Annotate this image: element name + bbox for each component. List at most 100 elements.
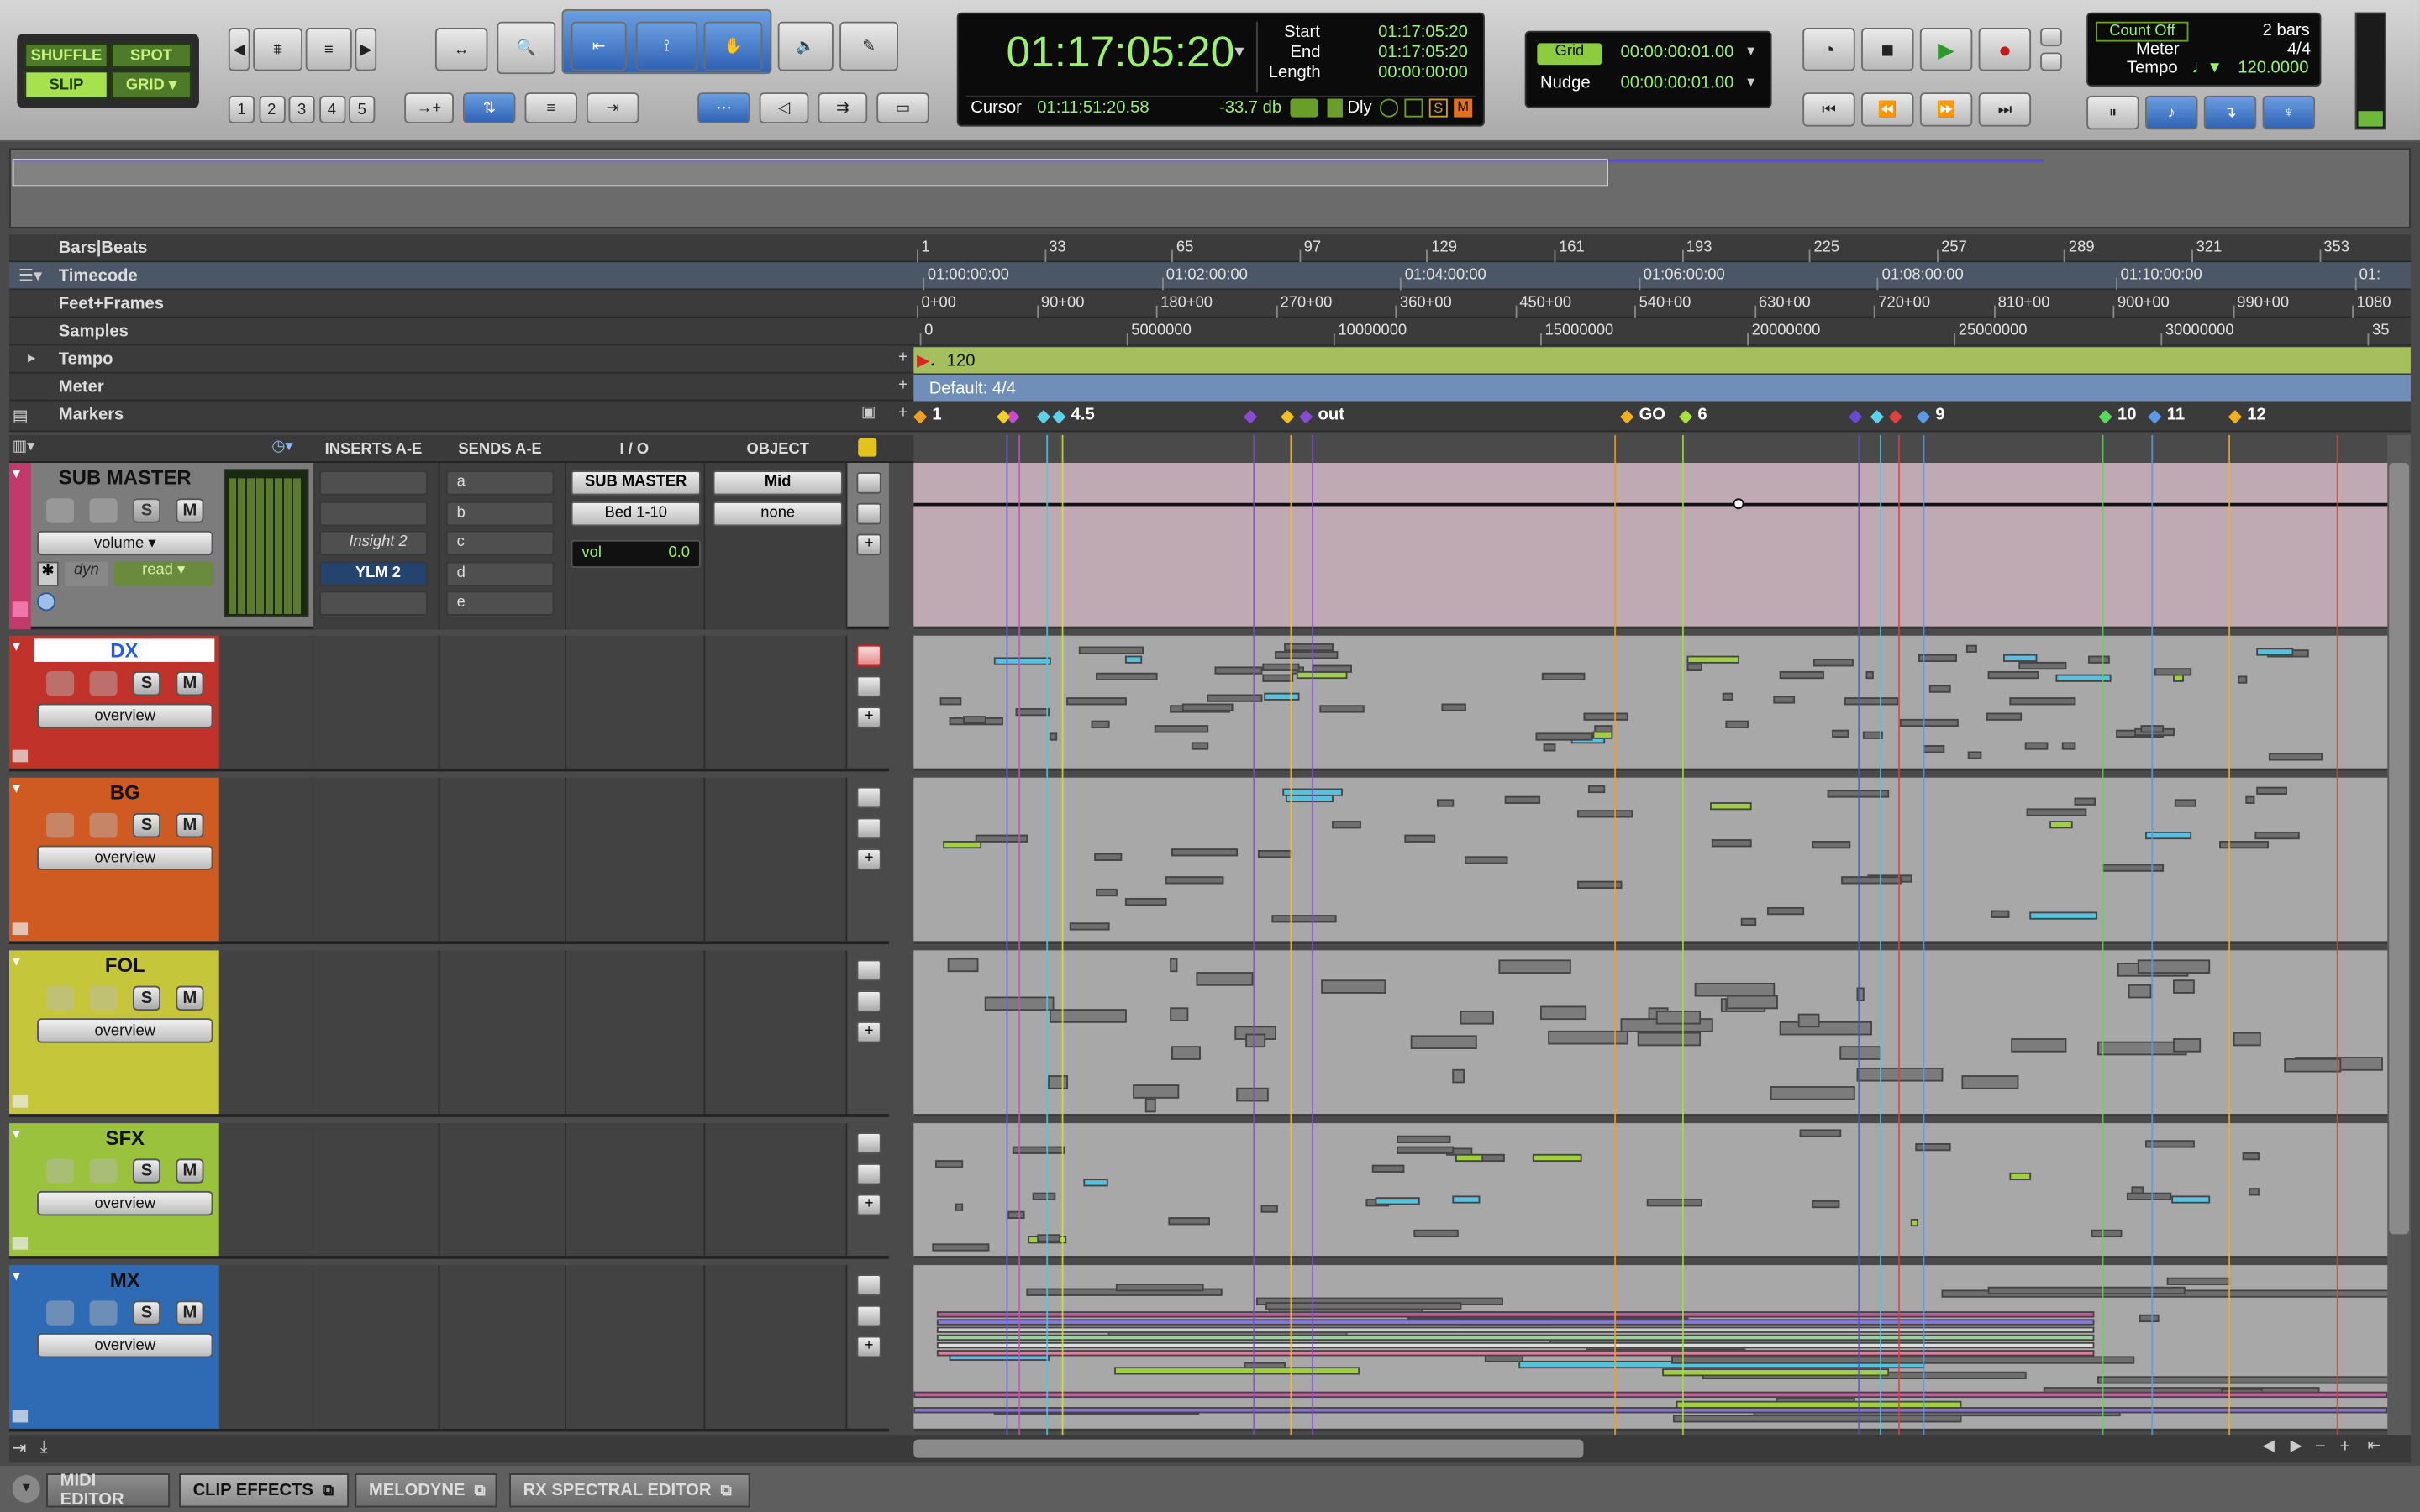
stop-icon[interactable]: ■ — [1861, 28, 1914, 71]
zoom-in-icon[interactable]: ▶ — [355, 28, 377, 71]
vertical-scroll-thumb[interactable] — [2389, 463, 2410, 1235]
clip[interactable] — [1169, 958, 1178, 973]
selector-tool-icon[interactable]: ⟟ — [635, 21, 698, 71]
tab-popout-icon[interactable]: ⧉ — [474, 1482, 485, 1499]
clip[interactable] — [1331, 821, 1362, 829]
nudge-value[interactable]: 00:00:00:01.00 — [1621, 74, 1734, 92]
clip[interactable] — [940, 697, 962, 706]
clip[interactable] — [1686, 655, 1740, 664]
submaster-lane[interactable] — [913, 463, 2388, 630]
clip[interactable] — [933, 1242, 990, 1252]
clip[interactable] — [1091, 719, 1111, 728]
transport-option-icon[interactable] — [2040, 28, 2062, 47]
clip[interactable] — [1168, 1216, 1210, 1226]
grid-toggle[interactable]: Grid — [1537, 43, 1602, 66]
zoom-minus-icon[interactable]: − — [2315, 1435, 2326, 1457]
zoom-preset-3[interactable]: 3 — [288, 95, 315, 123]
marker-diamond-icon[interactable]: ◆ — [1917, 406, 1930, 426]
clip[interactable] — [2238, 675, 2248, 683]
clip[interactable] — [1171, 1046, 1201, 1061]
track-mx-add-icon[interactable]: + — [856, 1336, 881, 1358]
clip[interactable] — [1780, 670, 1824, 679]
clip[interactable] — [1656, 1010, 1702, 1025]
track-sfx-name[interactable]: SFX — [61, 1126, 188, 1150]
submaster-insert-slot[interactable] — [319, 470, 428, 496]
scroll-right-icon[interactable]: ▶ — [2291, 1438, 2302, 1455]
clip[interactable] — [1672, 1415, 1961, 1423]
clip[interactable] — [962, 716, 987, 724]
track-dx-folder-icon[interactable] — [12, 749, 29, 763]
clip[interactable] — [1397, 1135, 1452, 1144]
zoomer-icon[interactable]: ↔ — [434, 28, 488, 71]
clip[interactable] — [1069, 922, 1110, 931]
shuffle-mode-button[interactable]: SHUFFLE — [24, 43, 108, 68]
clip[interactable] — [1145, 1098, 1157, 1112]
clip[interactable] — [1213, 665, 1263, 674]
submaster-insert-slot[interactable]: YLM 2 — [319, 560, 428, 586]
link-timeline-icon[interactable]: ⇅ — [463, 92, 516, 123]
clip[interactable] — [1987, 1286, 2186, 1294]
clip[interactable] — [2248, 1188, 2260, 1196]
submaster-send-slot-e[interactable]: e — [445, 591, 555, 616]
track-list-icon[interactable]: ▥▾ — [13, 438, 35, 455]
clip[interactable] — [1709, 801, 1753, 810]
clip[interactable] — [2019, 661, 2066, 669]
bottom-tab-midi-editor[interactable]: MIDI EDITOR — [46, 1472, 171, 1509]
clip[interactable] — [942, 840, 981, 848]
track-fol-side-icon-1[interactable] — [856, 959, 881, 982]
audio-zoom-icon[interactable]: ⩨ — [253, 28, 302, 71]
track-dx-record-icon[interactable] — [46, 670, 75, 696]
clip[interactable] — [2233, 1032, 2261, 1047]
track-sfx-input-icon[interactable] — [89, 1158, 118, 1184]
track-sfx-view-selector[interactable]: overview — [37, 1190, 213, 1216]
grabber-hand-icon[interactable]: ✋ — [703, 21, 763, 71]
submaster-record-icon[interactable] — [46, 498, 75, 523]
clip[interactable] — [2255, 785, 2288, 795]
tab-to-transient-icon[interactable]: →+ — [404, 92, 454, 123]
track-sfx-record-icon[interactable] — [46, 1158, 75, 1184]
add-marker-icon[interactable]: + — [898, 404, 908, 423]
clip[interactable] — [2254, 831, 2299, 840]
selection-end[interactable]: 01:17:05:20 — [1378, 43, 1468, 61]
clip[interactable] — [1413, 1230, 1460, 1238]
clip[interactable] — [1404, 834, 1435, 843]
track-mx-lane[interactable] — [913, 1265, 2388, 1432]
track-fol-input-icon[interactable] — [89, 985, 118, 1011]
track-bg-folder-icon[interactable] — [12, 922, 29, 936]
track-dx-mute-button[interactable]: M — [176, 670, 204, 696]
marker-diamond-icon[interactable]: ◆ — [2099, 406, 2112, 426]
magnifier-icon[interactable]: 🔍 — [497, 21, 556, 75]
clip[interactable] — [1670, 1356, 2135, 1364]
selection-length[interactable]: 00:00:00:00 — [1378, 63, 1468, 81]
marker-diamond-icon[interactable]: ◆ — [1870, 406, 1884, 426]
grid-dropdown-icon[interactable]: ▾ — [1747, 43, 1754, 60]
clip[interactable] — [1505, 795, 1540, 804]
clip[interactable] — [1116, 1284, 1205, 1292]
track-bg-view-selector[interactable]: overview — [37, 845, 213, 870]
clip[interactable] — [1638, 1032, 1701, 1047]
clip[interactable] — [1533, 1152, 1581, 1162]
marker-diamond-icon[interactable]: ◆ — [2228, 406, 2242, 426]
expand-lower-zone-icon[interactable]: ▾ — [12, 1474, 40, 1503]
marker-diamond-icon[interactable]: ◆ — [1849, 406, 1862, 426]
zoom-preset-2[interactable]: 2 — [258, 95, 285, 123]
track-mx-name[interactable]: MX — [61, 1268, 188, 1292]
track-fol-name[interactable]: FOL — [61, 953, 188, 977]
clip[interactable] — [1441, 704, 1466, 712]
submaster-send-slot-c[interactable]: c — [445, 530, 555, 556]
marker-label[interactable]: 4.5 — [1071, 406, 1095, 424]
clip[interactable] — [1841, 876, 1902, 885]
submaster-folder-icon[interactable] — [12, 601, 29, 617]
clip[interactable] — [1169, 1006, 1189, 1021]
track-dx-collapse-icon[interactable]: ▾ — [13, 638, 20, 655]
clip[interactable] — [1452, 1196, 1481, 1205]
counter-format-arrow-icon[interactable]: ▾ — [1234, 40, 1244, 62]
meter-value[interactable]: 4/4 — [2287, 40, 2311, 59]
submaster-volume-line[interactable] — [913, 502, 2388, 507]
clip[interactable] — [1376, 1197, 1420, 1205]
submaster-bus-selector[interactable]: Bed 1-10 — [571, 501, 701, 527]
return-to-zero-icon[interactable]: ⏮ — [1802, 92, 1855, 127]
nudge-dropdown-icon[interactable]: ▾ — [1747, 74, 1754, 91]
clip[interactable] — [1165, 876, 1224, 885]
clip[interactable] — [1455, 1153, 1484, 1162]
